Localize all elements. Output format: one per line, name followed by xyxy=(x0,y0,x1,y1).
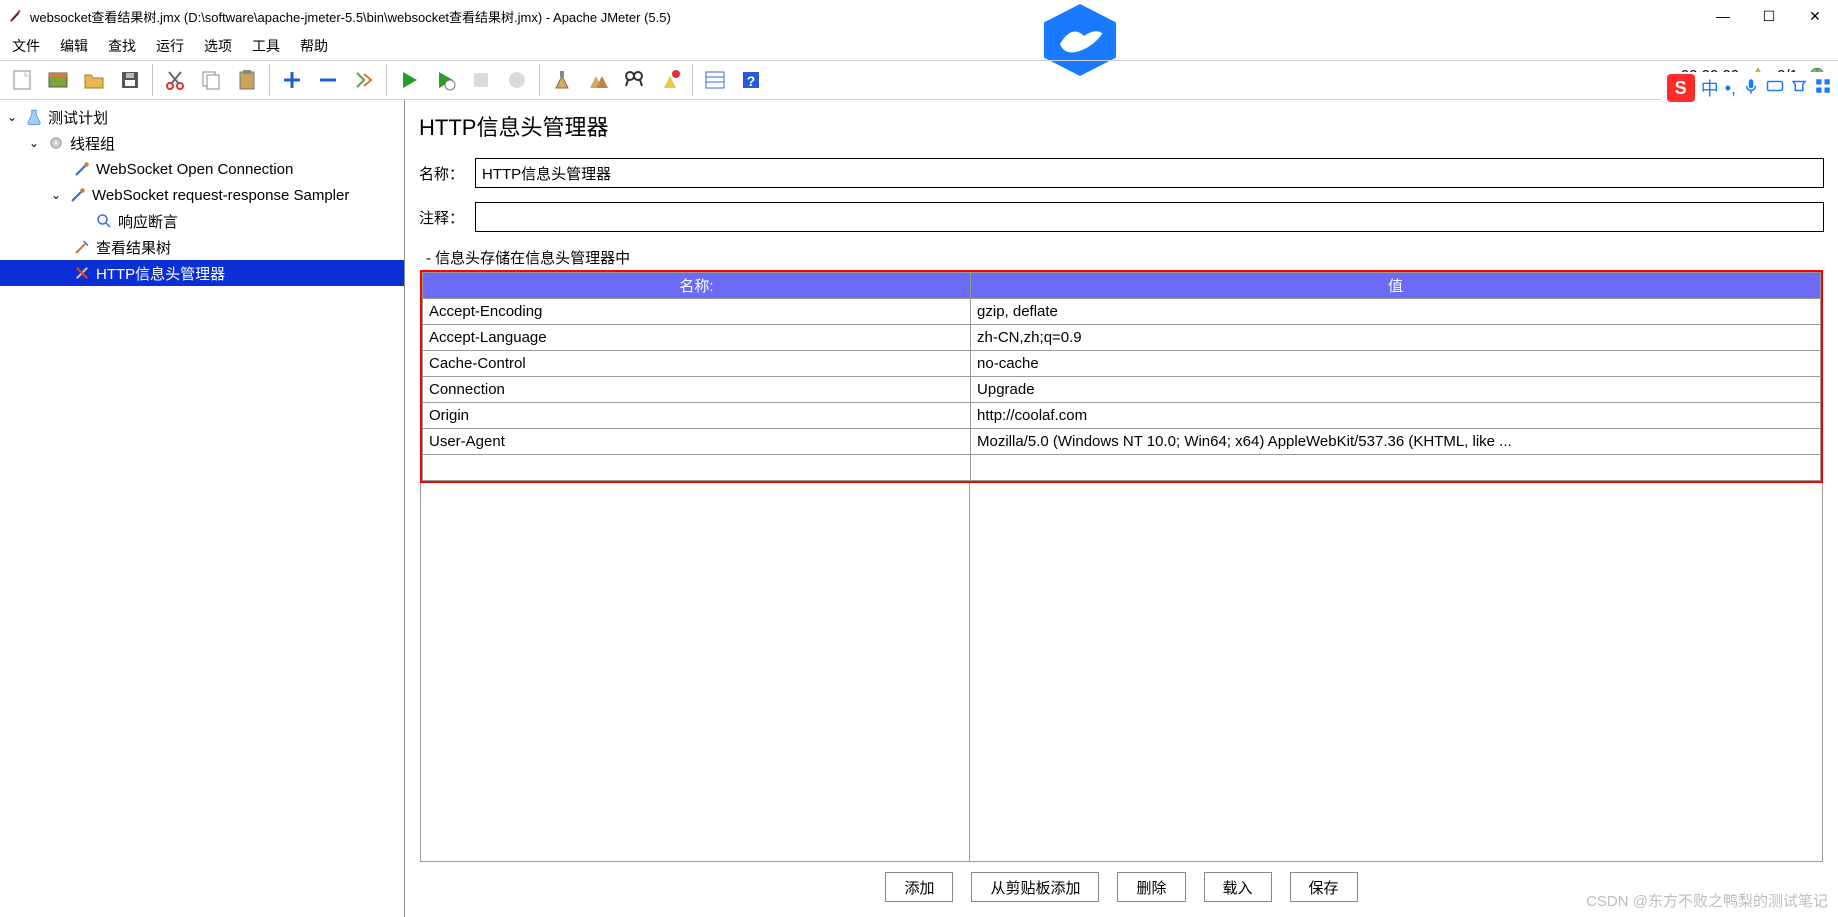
start-no-timers-icon[interactable] xyxy=(429,64,461,96)
menu-help[interactable]: 帮助 xyxy=(300,36,328,56)
tree-ws-sampler[interactable]: WebSocket request-response Sampler xyxy=(92,187,349,204)
header-value-cell[interactable]: http://coolaf.com xyxy=(971,403,1821,429)
tree-assertion[interactable]: 响应断言 xyxy=(118,211,178,232)
menu-run[interactable]: 运行 xyxy=(156,36,184,56)
add-from-clipboard-button[interactable]: 从剪贴板添加 xyxy=(971,872,1099,902)
copy-icon[interactable] xyxy=(195,64,227,96)
expand-icon[interactable] xyxy=(276,64,308,96)
header-value-cell[interactable]: gzip, deflate xyxy=(971,299,1821,325)
col-name[interactable]: 名称: xyxy=(423,273,971,299)
header-value-cell[interactable]: zh-CN,zh;q=0.9 xyxy=(971,325,1821,351)
delete-button[interactable]: 删除 xyxy=(1117,872,1185,902)
menu-bar: 文件 编辑 查找 运行 选项 工具 帮助 xyxy=(0,32,1838,60)
menu-file[interactable]: 文件 xyxy=(12,36,40,56)
header-name-cell[interactable]: User-Agent xyxy=(423,429,971,455)
watermark: CSDN @东方不败之鸭梨的测试笔记 xyxy=(1586,890,1828,911)
menu-options[interactable]: 选项 xyxy=(204,36,232,56)
table-row[interactable] xyxy=(423,455,1821,481)
headers-table[interactable]: 名称: 值 Accept-Encodinggzip, deflateAccept… xyxy=(422,272,1821,481)
table-row[interactable]: Originhttp://coolaf.com xyxy=(423,403,1821,429)
sampler-icon xyxy=(68,185,88,205)
cut-icon[interactable] xyxy=(159,64,191,96)
flask-icon xyxy=(24,107,44,127)
header-name-cell[interactable]: Connection xyxy=(423,377,971,403)
table-row[interactable]: Accept-Encodinggzip, deflate xyxy=(423,299,1821,325)
collapse-icon[interactable] xyxy=(312,64,344,96)
open-icon[interactable] xyxy=(78,64,110,96)
ime-punct-icon[interactable]: •, xyxy=(1725,78,1736,99)
templates-icon[interactable] xyxy=(42,64,74,96)
col-value[interactable]: 值 xyxy=(971,273,1821,299)
save-button[interactable]: 保存 xyxy=(1290,872,1358,902)
header-value-cell[interactable] xyxy=(971,455,1821,481)
tree-root[interactable]: 测试计划 xyxy=(48,107,108,128)
title-bar: websocket查看结果树.jmx (D:\software\apache-j… xyxy=(0,0,1838,32)
search-icon[interactable] xyxy=(618,64,650,96)
ime-lang[interactable]: 中 xyxy=(1701,75,1719,101)
clear-all-icon[interactable] xyxy=(582,64,614,96)
ime-toolbox-icon[interactable] xyxy=(1814,77,1832,100)
paste-icon[interactable] xyxy=(231,64,263,96)
tree-view-results[interactable]: 查看结果树 xyxy=(96,237,171,258)
header-value-cell[interactable]: Mozilla/5.0 (Windows NT 10.0; Win64; x64… xyxy=(971,429,1821,455)
panel-title: HTTP信息头管理器 xyxy=(419,110,1824,142)
function-helper-icon[interactable] xyxy=(699,64,731,96)
comment-label: 注释： xyxy=(419,207,475,228)
load-button[interactable]: 载入 xyxy=(1204,872,1272,902)
name-input[interactable] xyxy=(475,158,1824,188)
table-row[interactable]: ConnectionUpgrade xyxy=(423,377,1821,403)
tree-header-manager[interactable]: HTTP信息头管理器 xyxy=(96,263,225,284)
test-plan-tree[interactable]: ⌄ 测试计划 ⌄ 线程组 WebSocket Open Connection ⌄… xyxy=(0,100,405,917)
ime-keyboard-icon[interactable] xyxy=(1766,77,1784,100)
tree-toggle[interactable]: ⌄ xyxy=(4,110,20,124)
header-name-cell[interactable]: Cache-Control xyxy=(423,351,971,377)
assertion-icon xyxy=(94,211,114,231)
header-name-cell[interactable] xyxy=(423,455,971,481)
shutdown-icon[interactable] xyxy=(501,64,533,96)
add-button[interactable]: 添加 xyxy=(885,872,953,902)
maximize-button[interactable]: ☐ xyxy=(1746,0,1792,32)
tree-thread-group[interactable]: 线程组 xyxy=(70,133,115,154)
save-icon[interactable] xyxy=(114,64,146,96)
menu-search[interactable]: 查找 xyxy=(108,36,136,56)
header-name-cell[interactable]: Accept-Language xyxy=(423,325,971,351)
header-value-cell[interactable]: Upgrade xyxy=(971,377,1821,403)
toggle-icon[interactable] xyxy=(348,64,380,96)
header-manager-icon xyxy=(72,263,92,283)
ime-mic-icon[interactable] xyxy=(1742,77,1760,100)
header-name-cell[interactable]: Accept-Encoding xyxy=(423,299,971,325)
tree-ws-open[interactable]: WebSocket Open Connection xyxy=(96,161,293,178)
reset-search-icon[interactable] xyxy=(654,64,686,96)
jmeter-icon xyxy=(8,8,24,24)
ime-bar: S 中 •, xyxy=(1661,72,1838,104)
ime-logo-icon[interactable]: S xyxy=(1667,74,1695,102)
window-title: websocket查看结果树.jmx (D:\software\apache-j… xyxy=(30,7,671,26)
table-row[interactable]: Accept-Languagezh-CN,zh;q=0.9 xyxy=(423,325,1821,351)
close-button[interactable]: ✕ xyxy=(1792,0,1838,32)
name-label: 名称： xyxy=(419,163,475,184)
gear-icon xyxy=(46,133,66,153)
minimize-button[interactable]: — xyxy=(1700,0,1746,32)
ime-skin-icon[interactable] xyxy=(1790,77,1808,100)
new-file-icon[interactable] xyxy=(6,64,38,96)
help-icon[interactable]: ? xyxy=(735,64,767,96)
header-name-cell[interactable]: Origin xyxy=(423,403,971,429)
tree-toggle[interactable]: ⌄ xyxy=(48,188,64,202)
results-tree-icon xyxy=(72,237,92,257)
menu-edit[interactable]: 编辑 xyxy=(60,36,88,56)
toolbar: ? 00:00:00 ! 0/1 xyxy=(0,60,1838,100)
content-panel: HTTP信息头管理器 名称： 注释： - 信息头存储在信息头管理器中 名称: 值… xyxy=(405,100,1838,917)
stop-icon[interactable] xyxy=(465,64,497,96)
svg-text:?: ? xyxy=(747,73,756,89)
menu-tools[interactable]: 工具 xyxy=(252,36,280,56)
fieldset-label: - 信息头存储在信息头管理器中 xyxy=(422,247,1823,268)
sampler-icon xyxy=(72,159,92,179)
clear-icon[interactable] xyxy=(546,64,578,96)
start-icon[interactable] xyxy=(393,64,425,96)
tree-toggle[interactable]: ⌄ xyxy=(26,136,42,150)
comment-input[interactable] xyxy=(475,202,1824,232)
header-value-cell[interactable]: no-cache xyxy=(971,351,1821,377)
table-row[interactable]: User-AgentMozilla/5.0 (Windows NT 10.0; … xyxy=(423,429,1821,455)
table-row[interactable]: Cache-Controlno-cache xyxy=(423,351,1821,377)
